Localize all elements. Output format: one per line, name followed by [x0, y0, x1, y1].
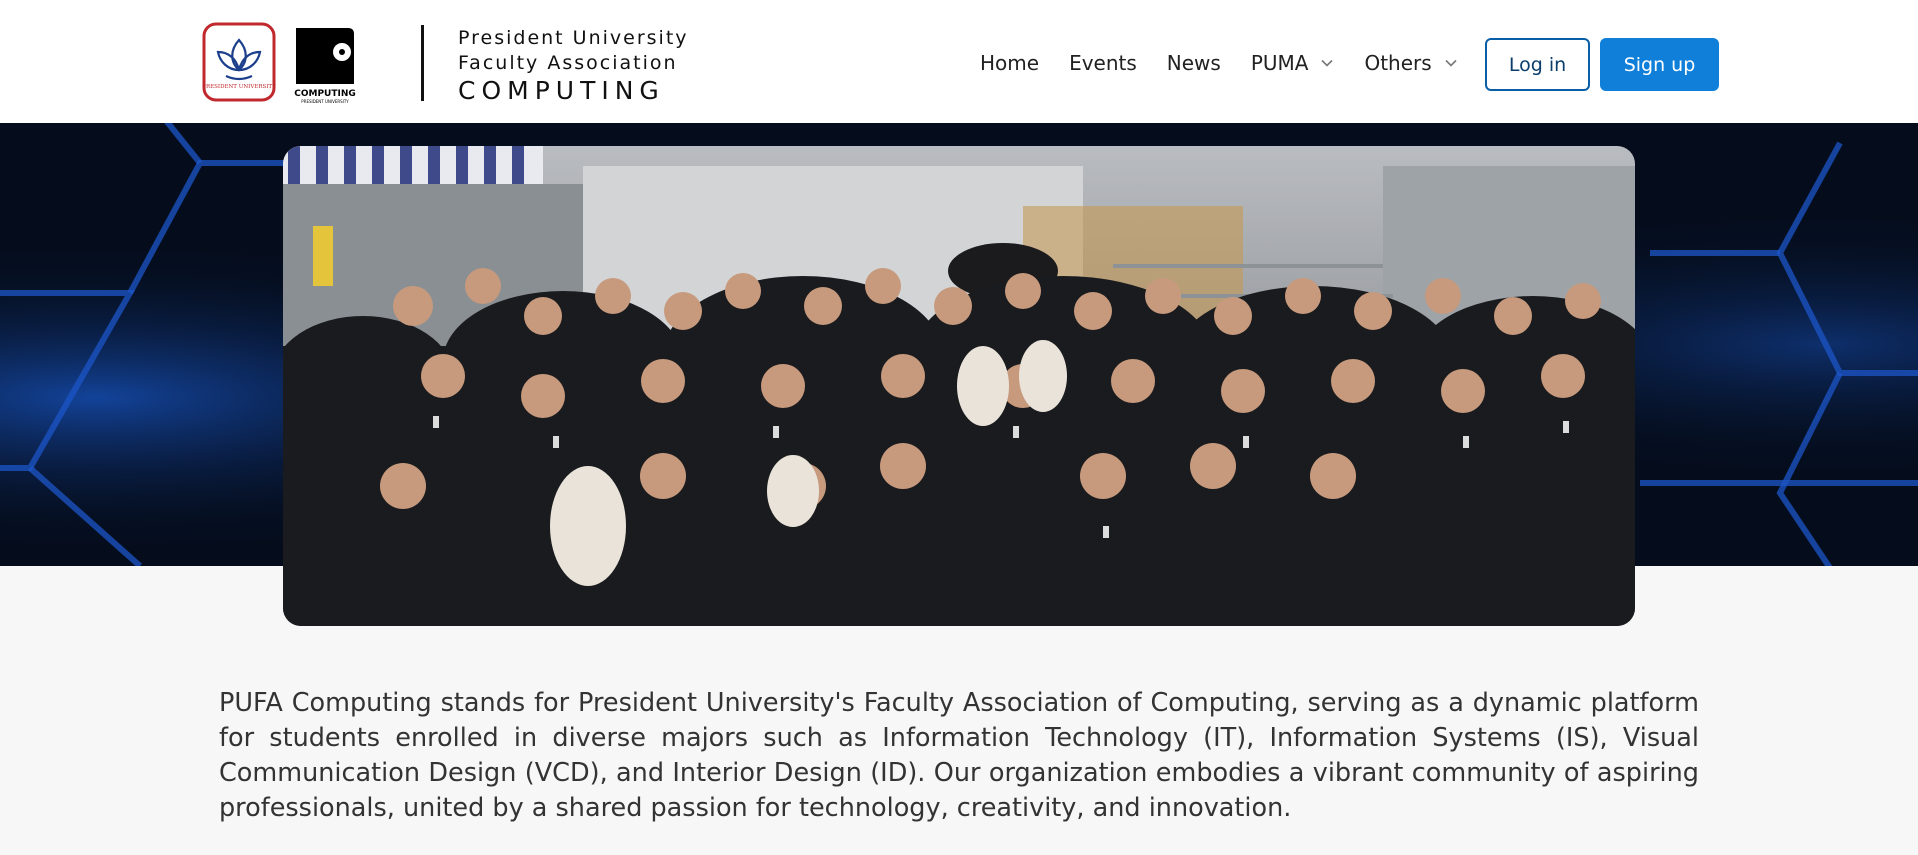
about-description: PUFA Computing stands for President Univ…	[219, 688, 1699, 823]
nav-others-dropdown[interactable]: Others	[1364, 51, 1457, 75]
nav-home-label: Home	[980, 51, 1040, 75]
brand-title: President University Faculty Association…	[458, 26, 718, 106]
pu-logo-caption: PRESIDENT UNIVERSITY	[202, 84, 276, 90]
nav-puma-label: PUMA	[1250, 51, 1309, 75]
main-nav: Home Events News PUMA Others	[980, 38, 1488, 88]
nav-events-label: Events	[1069, 51, 1137, 75]
nav-news-label: News	[1166, 51, 1221, 75]
brand-line-university: President University	[458, 27, 689, 49]
svg-text:PRESIDENT UNIVERSITY: PRESIDENT UNIVERSITY	[301, 99, 349, 104]
svg-text:COMPUTING: COMPUTING	[294, 89, 356, 99]
nav-puma-dropdown[interactable]: PUMA	[1251, 51, 1335, 75]
computing-logo: COMPUTING PRESIDENT UNIVERSITY	[294, 28, 356, 104]
login-button[interactable]: Log in	[1485, 38, 1590, 91]
nav-others-label: Others	[1364, 51, 1432, 75]
group-photo	[283, 146, 1635, 626]
chevron-down-icon	[1445, 59, 1457, 67]
brand-logo-link[interactable]: PRESIDENT UNIVERSITY COMPUTING PRESIDENT…	[202, 22, 687, 105]
chevron-down-icon	[1321, 59, 1334, 67]
president-university-logo: PRESIDENT UNIVERSITY	[202, 22, 276, 102]
brand-divider	[421, 25, 424, 101]
group-photo-illustration	[283, 146, 1635, 626]
nav-news[interactable]: News	[1167, 51, 1221, 75]
site-header: PRESIDENT UNIVERSITY COMPUTING PRESIDENT…	[0, 0, 1918, 123]
nav-events[interactable]: Events	[1069, 51, 1137, 75]
brand-line-computing: COMPUTING	[458, 76, 665, 105]
nav-home[interactable]: Home	[980, 51, 1039, 75]
brand-line-association: Faculty Association	[458, 52, 678, 74]
signup-button[interactable]: Sign up	[1600, 38, 1719, 91]
